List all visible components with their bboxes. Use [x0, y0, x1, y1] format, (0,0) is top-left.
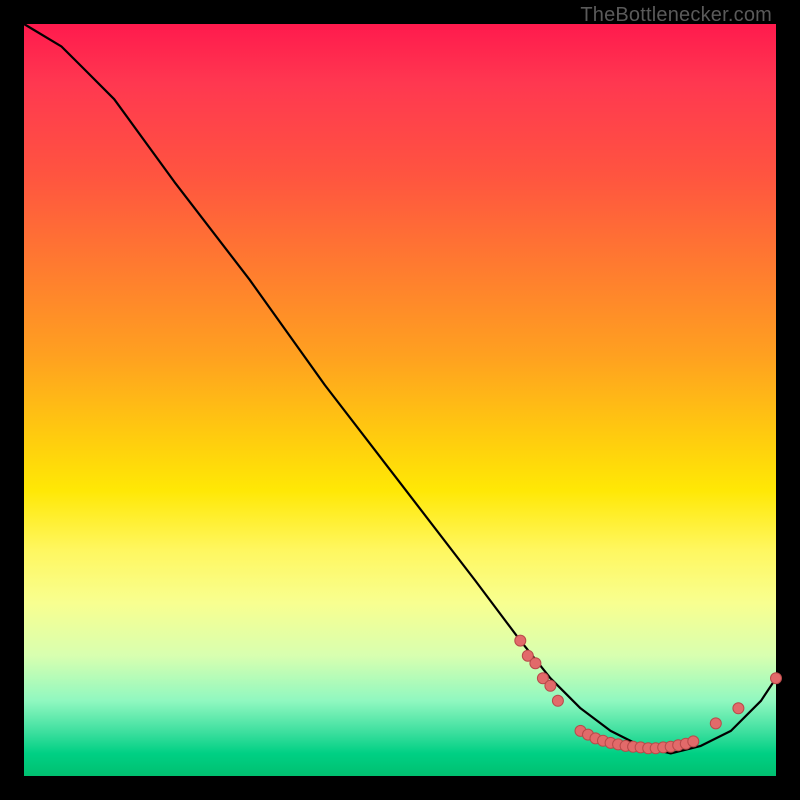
attribution-text: TheBottlenecker.com — [580, 4, 772, 27]
data-point — [530, 658, 541, 669]
chart-area — [24, 24, 776, 776]
bottleneck-curve — [24, 24, 776, 753]
data-point — [733, 703, 744, 714]
data-point — [515, 635, 526, 646]
data-point — [552, 695, 563, 706]
data-points — [515, 635, 782, 754]
data-point — [771, 673, 782, 684]
data-point — [710, 718, 721, 729]
data-point — [545, 680, 556, 691]
plot-svg — [24, 24, 776, 776]
data-point — [688, 736, 699, 747]
